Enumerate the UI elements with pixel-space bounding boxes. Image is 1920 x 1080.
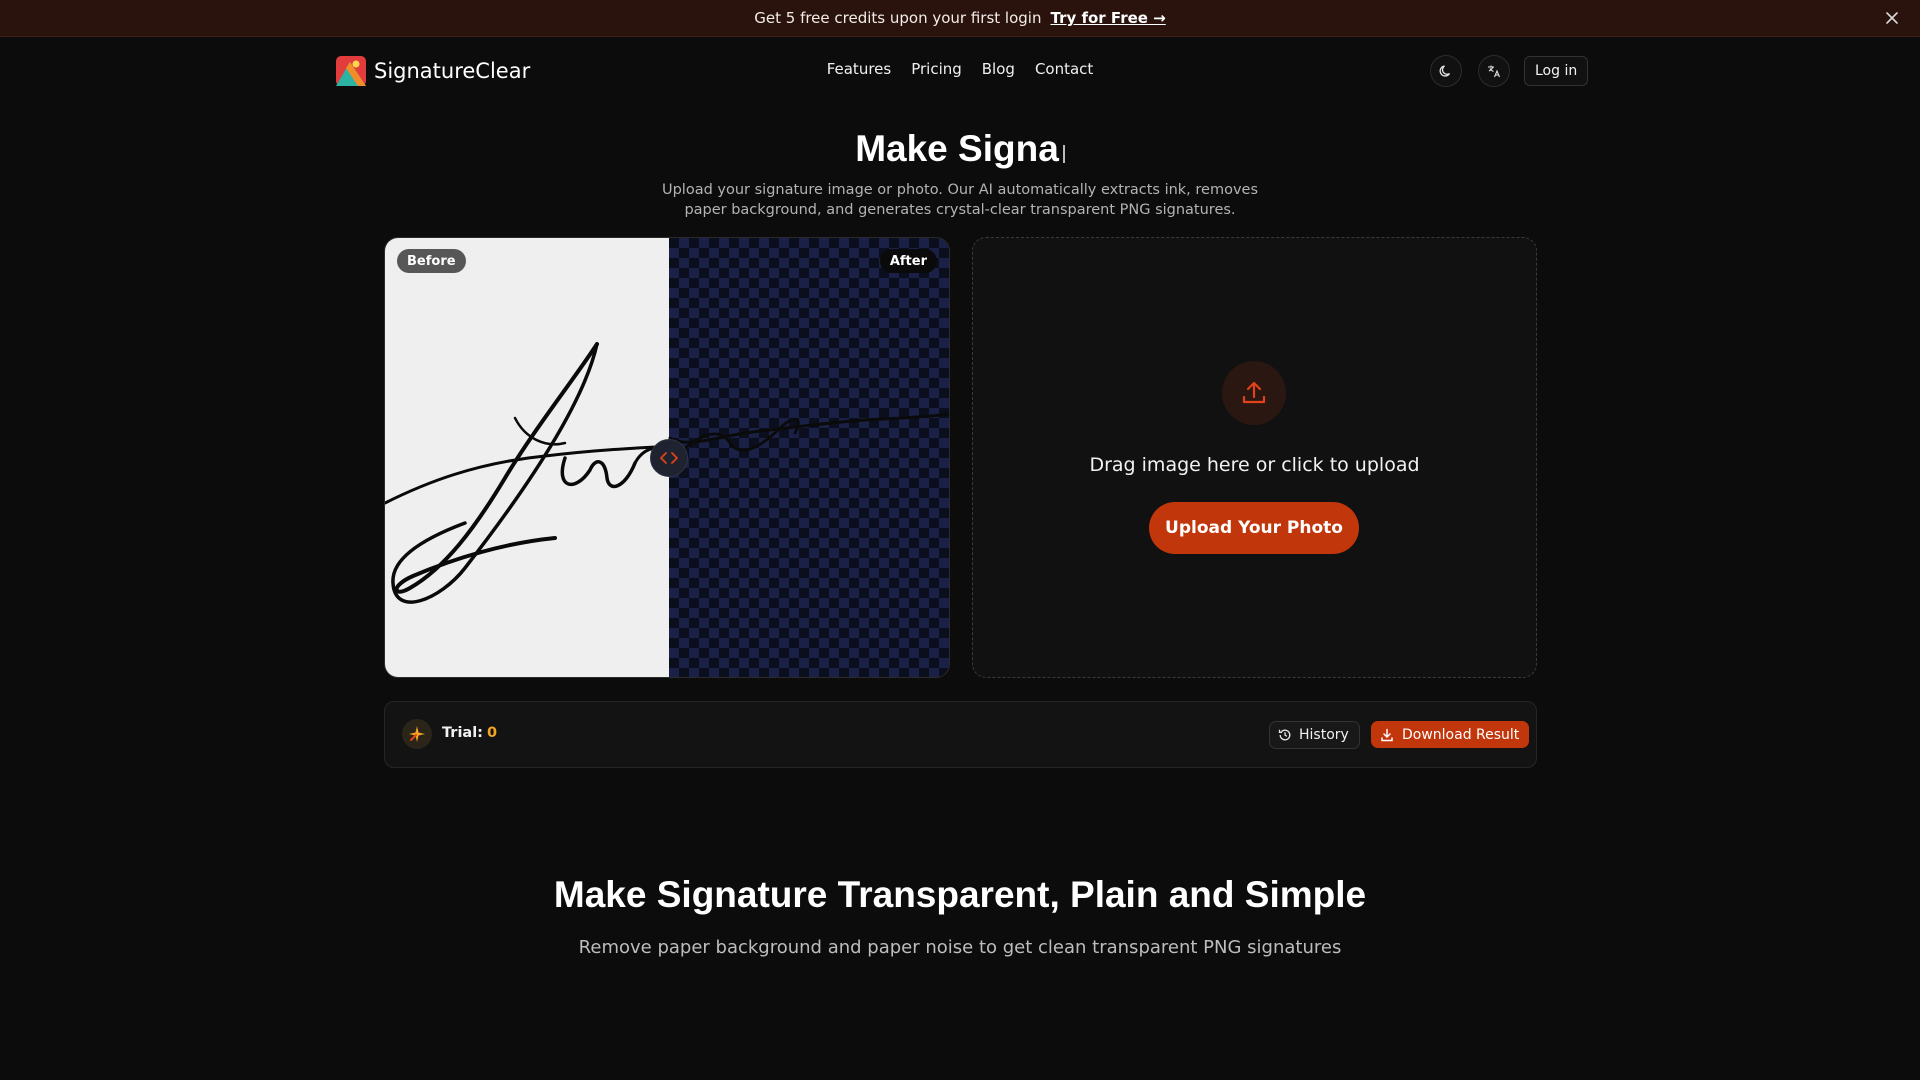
trial-label: Trial: [442, 725, 483, 741]
trial-icon-circle [402, 719, 432, 749]
download-result-button[interactable]: Download Result [1371, 721, 1530, 748]
upload-icon [1242, 381, 1266, 404]
before-after-compare[interactable]: Before After [384, 237, 950, 678]
history-button[interactable]: History [1269, 721, 1360, 749]
main-nav: Features Pricing Blog Contact [0, 60, 1920, 78]
download-label: Download Result [1402, 726, 1520, 743]
after-badge: After [879, 249, 937, 273]
sparkle-icon [409, 726, 425, 742]
upload-prompt: Drag image here or click to upload [1089, 454, 1420, 476]
history-label: History [1299, 727, 1349, 743]
nav-pricing[interactable]: Pricing [911, 60, 962, 78]
hero-title-text: Make Signa [855, 128, 1059, 169]
code-arrows-icon [660, 452, 678, 464]
section-subtitle: Remove paper background and paper noise … [578, 937, 1342, 958]
history-icon [1278, 729, 1291, 741]
upload-icon-circle [1222, 361, 1286, 425]
result-toolbar: Trial: 0 History Download Result [384, 701, 1537, 768]
site-header: SignatureClear Features Pricing Blog Con… [0, 36, 1920, 106]
hero-title: Make Signa [0, 128, 1920, 170]
translate-icon [1488, 65, 1501, 78]
moon-icon [1439, 65, 1451, 77]
language-button[interactable] [1478, 55, 1510, 87]
trial-counter: Trial: 0 [442, 725, 497, 741]
before-badge: Before [397, 249, 466, 273]
hero-subtitle: Upload your signature image or photo. Ou… [661, 182, 1259, 218]
nav-blog[interactable]: Blog [982, 60, 1015, 78]
typing-caret [1062, 145, 1065, 163]
download-icon [1381, 728, 1393, 741]
login-button[interactable]: Log in [1524, 56, 1589, 86]
upload-dropzone[interactable]: Drag image here or click to upload Uploa… [972, 237, 1537, 678]
try-free-link[interactable]: Try for Free → [1050, 9, 1165, 27]
compare-slider-handle[interactable] [650, 439, 688, 477]
nav-contact[interactable]: Contact [1035, 60, 1093, 78]
upload-photo-button[interactable]: Upload Your Photo [1149, 502, 1359, 554]
section-title: Make Signature Transparent, Plain and Si… [553, 874, 1367, 915]
promo-banner: Get 5 free credits upon your first login… [0, 0, 1920, 37]
promo-text: Get 5 free credits upon your first login [754, 9, 1042, 27]
nav-features[interactable]: Features [827, 60, 892, 78]
close-icon[interactable] [1882, 8, 1902, 28]
trial-count: 0 [486, 725, 498, 741]
theme-toggle-button[interactable] [1430, 55, 1462, 87]
